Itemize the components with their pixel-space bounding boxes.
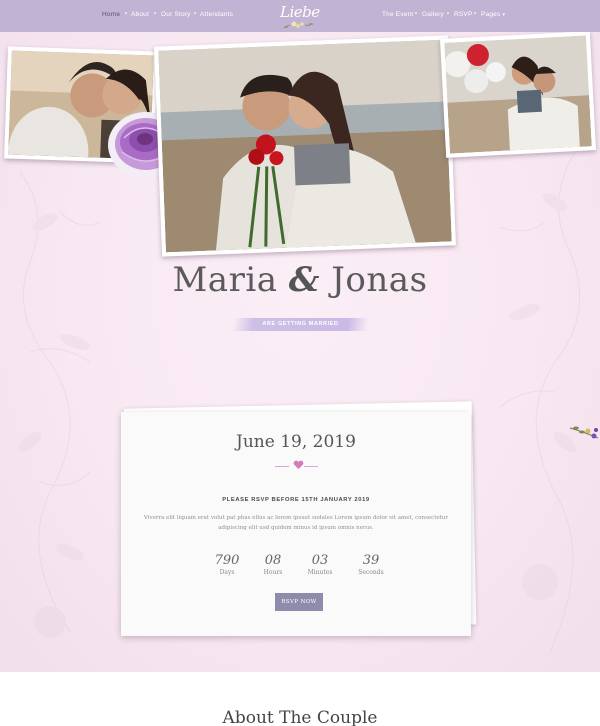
nav-about[interactable]: About bbox=[131, 11, 149, 18]
nav-separator bbox=[474, 12, 476, 14]
nav-our-story[interactable]: Our Story bbox=[161, 11, 191, 18]
countdown-hours: 08 Hours bbox=[253, 553, 293, 576]
couple-photo-main bbox=[154, 35, 456, 257]
divider-right bbox=[304, 466, 318, 467]
bride-name: Maria bbox=[172, 260, 278, 300]
nav-separator bbox=[125, 12, 127, 14]
countdown-seconds: 39 Seconds bbox=[351, 553, 391, 576]
chevron-down-icon: ▾ bbox=[502, 12, 506, 18]
rsvp-deadline: PLEASE RSVP BEFORE 15TH JANUARY 2019 bbox=[222, 497, 370, 503]
divider-left bbox=[275, 466, 289, 467]
nav-rsvp[interactable]: RSVP bbox=[454, 11, 473, 18]
countdown-label: Minutes bbox=[307, 569, 333, 576]
couple-names: Maria & Jonas bbox=[0, 260, 600, 300]
nav-pages-label: Pages bbox=[481, 11, 501, 18]
countdown-label: Seconds bbox=[358, 569, 384, 576]
nav-attendants[interactable]: Attendants bbox=[200, 11, 233, 18]
groom-name: Jonas bbox=[331, 260, 428, 300]
logo-flower-icon bbox=[283, 21, 313, 29]
hero-section: Maria & Jonas ARE GETTING MARRIED June 1… bbox=[0, 32, 600, 672]
event-date: June 19, 2019 bbox=[236, 432, 356, 452]
couple-photo-main-image bbox=[158, 39, 452, 253]
countdown-value: 39 bbox=[362, 553, 380, 568]
countdown-value: 08 bbox=[264, 553, 282, 568]
top-navigation: Home About Our Story Attendants Liebe Th… bbox=[0, 0, 600, 32]
couple-photo-right-image bbox=[444, 35, 592, 154]
nav-the-event[interactable]: The Event bbox=[382, 11, 413, 18]
countdown-value: 03 bbox=[311, 553, 329, 568]
nav-separator bbox=[447, 12, 449, 14]
nav-pages[interactable]: Pages ▾ bbox=[481, 11, 505, 18]
nav-gallery[interactable]: Gallery bbox=[422, 11, 444, 18]
nav-home[interactable]: Home bbox=[102, 11, 120, 18]
floral-decoration-left bbox=[18, 171, 101, 638]
countdown-days: 790 Days bbox=[207, 553, 247, 576]
nav-separator bbox=[194, 12, 196, 14]
countdown-minutes: 03 Minutes bbox=[300, 553, 340, 576]
countdown-label: Hours bbox=[263, 569, 283, 576]
tagline-text: ARE GETTING MARRIED bbox=[262, 321, 339, 327]
countdown-label: Days bbox=[219, 569, 235, 576]
about-title: About The Couple bbox=[222, 708, 378, 726]
couple-photo-right bbox=[439, 32, 597, 158]
event-card: June 19, 2019 PLEASE RSVP BEFORE 15TH JA… bbox=[121, 412, 471, 636]
flower-sprig-icon bbox=[569, 426, 599, 439]
nav-separator bbox=[415, 12, 417, 14]
nav-separator bbox=[154, 12, 156, 14]
site-logo[interactable]: Liebe bbox=[276, 1, 324, 31]
ampersand: & bbox=[288, 260, 320, 300]
rsvp-now-button[interactable]: RSVP NOW bbox=[275, 593, 323, 611]
event-description: Viverra elit liquam erat volut pat phas … bbox=[143, 515, 449, 531]
countdown-value: 790 bbox=[214, 553, 240, 568]
heart-icon bbox=[293, 460, 304, 469]
floral-decoration-right bbox=[499, 151, 581, 653]
